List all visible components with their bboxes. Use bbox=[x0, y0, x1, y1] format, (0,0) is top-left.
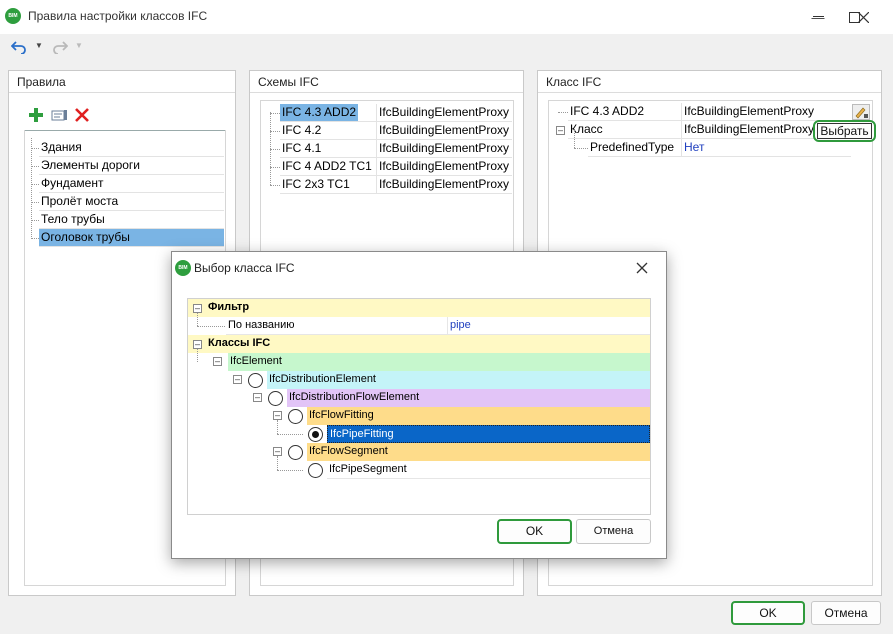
tree-line bbox=[31, 220, 39, 221]
add-icon[interactable] bbox=[28, 107, 44, 126]
toolbar bbox=[0, 34, 893, 62]
schema-class-cell[interactable]: IfcBuildingElementProxy bbox=[376, 104, 512, 122]
rule-list-item[interactable]: Оголовок трубы bbox=[39, 229, 224, 247]
tree-line bbox=[197, 313, 198, 326]
filter-by-name-label: По названию bbox=[226, 317, 447, 335]
predefined-type-value[interactable]: Нет bbox=[681, 139, 851, 157]
schema-name-cell[interactable]: IFC 4.3 ADD2 bbox=[280, 104, 376, 122]
edit-icon[interactable] bbox=[51, 108, 69, 125]
class-panel-header: Класс IFC bbox=[546, 75, 602, 89]
class-value: IfcBuildingElementProxy bbox=[681, 121, 815, 139]
schema-name-cell[interactable]: IFC 4 ADD2 TC1 bbox=[280, 158, 376, 176]
tree-line bbox=[31, 148, 39, 149]
tree-line bbox=[277, 434, 303, 435]
schema-class-cell[interactable]: IfcBuildingElementProxy bbox=[376, 140, 512, 158]
radio-icon[interactable] bbox=[268, 391, 283, 406]
radio-icon[interactable] bbox=[288, 445, 303, 460]
app-logo-icon: BIM bbox=[5, 8, 21, 24]
collapse-icon[interactable]: – bbox=[273, 447, 282, 456]
collapse-icon[interactable]: – bbox=[213, 357, 222, 366]
tree-line bbox=[270, 149, 280, 150]
rule-list-item[interactable]: Фундамент bbox=[39, 175, 224, 193]
cancel-button[interactable]: Отмена bbox=[811, 601, 881, 625]
schema-class-cell[interactable]: IfcBuildingElementProxy bbox=[376, 122, 512, 140]
predefined-type-label: PredefinedType bbox=[588, 139, 681, 157]
dialog-ok-button[interactable]: OK bbox=[497, 519, 572, 544]
tree-line bbox=[270, 113, 280, 114]
collapse-icon[interactable]: – bbox=[556, 126, 565, 135]
collapse-icon[interactable]: – bbox=[193, 304, 202, 313]
tree-line bbox=[197, 326, 225, 327]
tree-line bbox=[31, 202, 39, 203]
schema-class-cell[interactable]: IfcBuildingElementProxy bbox=[376, 158, 512, 176]
divider bbox=[25, 130, 225, 131]
tree-line bbox=[31, 184, 39, 185]
radio-checked-icon[interactable] bbox=[308, 427, 323, 442]
schema-value: IfcBuildingElementProxy bbox=[681, 103, 851, 121]
radio-icon[interactable] bbox=[308, 463, 323, 478]
tree-line bbox=[31, 138, 32, 237]
dialog-title: Выбор класса IFC bbox=[194, 261, 295, 275]
close-button[interactable] bbox=[850, 0, 876, 34]
delete-icon[interactable] bbox=[74, 107, 90, 126]
collapse-icon[interactable]: – bbox=[273, 411, 282, 420]
redo-icon[interactable] bbox=[52, 38, 69, 57]
divider bbox=[250, 92, 523, 93]
ifc-class-tree-item[interactable]: IfcPipeSegment bbox=[327, 461, 650, 479]
tree-line bbox=[574, 148, 588, 149]
ifc-class-tree-item[interactable]: IfcFlowFitting bbox=[307, 407, 650, 425]
schema-label: IFC 4.3 ADD2 bbox=[568, 103, 681, 121]
schema-name-cell[interactable]: IFC 2x3 TC1 bbox=[280, 176, 376, 194]
minimize-button[interactable] bbox=[795, 0, 841, 34]
undo-icon[interactable] bbox=[10, 38, 27, 57]
redo-dropdown-icon[interactable]: ▼ bbox=[75, 41, 83, 50]
rules-panel-header: Правила bbox=[17, 75, 66, 89]
edit-class-button[interactable] bbox=[852, 104, 870, 120]
choose-class-label: Выбрать bbox=[817, 123, 872, 139]
tree-line bbox=[31, 238, 39, 239]
class-label: Класс bbox=[568, 121, 681, 139]
ifc-class-tree-item[interactable]: IfcFlowSegment bbox=[307, 443, 650, 461]
radio-icon[interactable] bbox=[288, 409, 303, 424]
filter-by-name-input[interactable]: pipe bbox=[447, 317, 650, 335]
classes-section-header: Классы IFC bbox=[188, 335, 650, 353]
filter-section-header: Фильтр bbox=[188, 299, 650, 317]
ifc-class-tree-item[interactable]: IfcPipeFitting bbox=[327, 425, 650, 443]
collapse-icon[interactable]: – bbox=[253, 393, 262, 402]
dialog-app-icon: BIM bbox=[175, 260, 191, 276]
tree-line bbox=[574, 130, 575, 148]
dialog-cancel-button[interactable]: Отмена bbox=[576, 519, 651, 544]
ok-button[interactable]: OK bbox=[731, 601, 805, 625]
tree-line bbox=[270, 131, 280, 132]
rule-list-item[interactable]: Пролёт моста bbox=[39, 193, 224, 211]
tree-line bbox=[277, 456, 278, 470]
ifc-class-tree-item[interactable]: IfcDistributionFlowElement bbox=[287, 389, 650, 407]
divider bbox=[538, 92, 881, 93]
tree-line bbox=[558, 112, 568, 113]
rule-list-item[interactable]: Тело трубы bbox=[39, 211, 224, 229]
ifc-class-tree-item[interactable]: IfcDistributionElement bbox=[267, 371, 650, 389]
undo-dropdown-icon[interactable]: ▼ bbox=[35, 41, 43, 50]
tree-line bbox=[270, 167, 280, 168]
schema-class-cell[interactable]: IfcBuildingElementProxy bbox=[376, 176, 512, 194]
collapse-icon[interactable]: – bbox=[233, 375, 242, 384]
window-title: Правила настройки классов IFC bbox=[28, 9, 208, 23]
schema-name-cell[interactable]: IFC 4.1 bbox=[280, 140, 376, 158]
ifc-class-tree-item[interactable]: IfcElement bbox=[228, 353, 650, 371]
divider bbox=[9, 92, 235, 93]
rule-list-item[interactable]: Элементы дороги bbox=[39, 157, 224, 175]
selected-schema-label: IFC 4.3 ADD2 bbox=[280, 104, 359, 121]
schemas-panel-header: Схемы IFC bbox=[258, 75, 319, 89]
rule-list-item[interactable]: Здания bbox=[39, 139, 224, 157]
tree-line bbox=[277, 420, 278, 434]
schema-name-cell[interactable]: IFC 4.2 bbox=[280, 122, 376, 140]
collapse-icon[interactable]: – bbox=[193, 340, 202, 349]
dialog-close-button[interactable] bbox=[636, 262, 648, 277]
radio-icon[interactable] bbox=[248, 373, 263, 388]
tree-line bbox=[197, 349, 198, 362]
tree-line bbox=[31, 166, 39, 167]
tree-line bbox=[270, 185, 280, 186]
tree-line bbox=[277, 470, 303, 471]
